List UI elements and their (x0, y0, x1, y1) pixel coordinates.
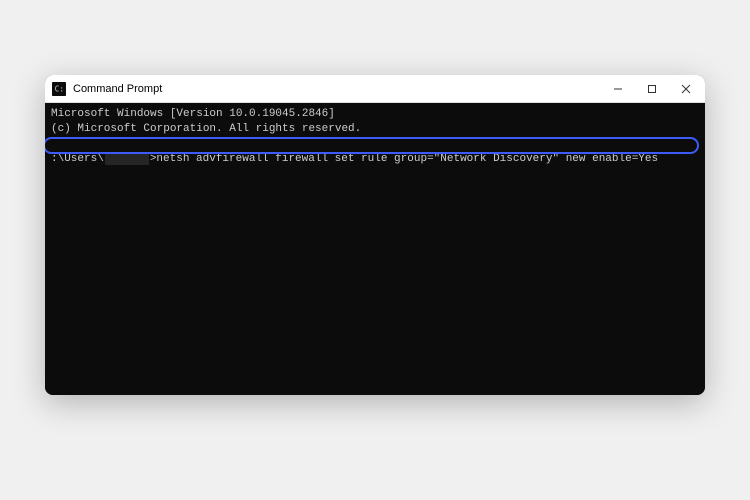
command-prompt-window: C: Command Prompt Microsoft Windows [Ver… (45, 75, 705, 395)
blank-line (51, 137, 699, 152)
command-prompt-icon: C: (51, 81, 67, 97)
command-text: netsh advfirewall firewall set rule grou… (156, 152, 658, 167)
copyright-line: (c) Microsoft Corporation. All rights re… (51, 122, 699, 137)
minimize-button[interactable] (601, 75, 635, 103)
close-button[interactable] (669, 75, 703, 103)
prompt-prefix: :\Users\ (51, 152, 104, 167)
titlebar[interactable]: C: Command Prompt (45, 75, 705, 103)
titlebar-controls (601, 75, 703, 103)
maximize-button[interactable] (635, 75, 669, 103)
terminal-area[interactable]: Microsoft Windows [Version 10.0.19045.28… (45, 103, 705, 395)
window-title: Command Prompt (73, 83, 601, 95)
svg-text:C:: C: (55, 84, 64, 93)
prompt-suffix: > (150, 152, 157, 167)
version-line: Microsoft Windows [Version 10.0.19045.28… (51, 107, 699, 122)
command-line: :\Users\ >netsh advfirewall firewall set … (51, 152, 699, 167)
redacted-username (105, 154, 149, 165)
